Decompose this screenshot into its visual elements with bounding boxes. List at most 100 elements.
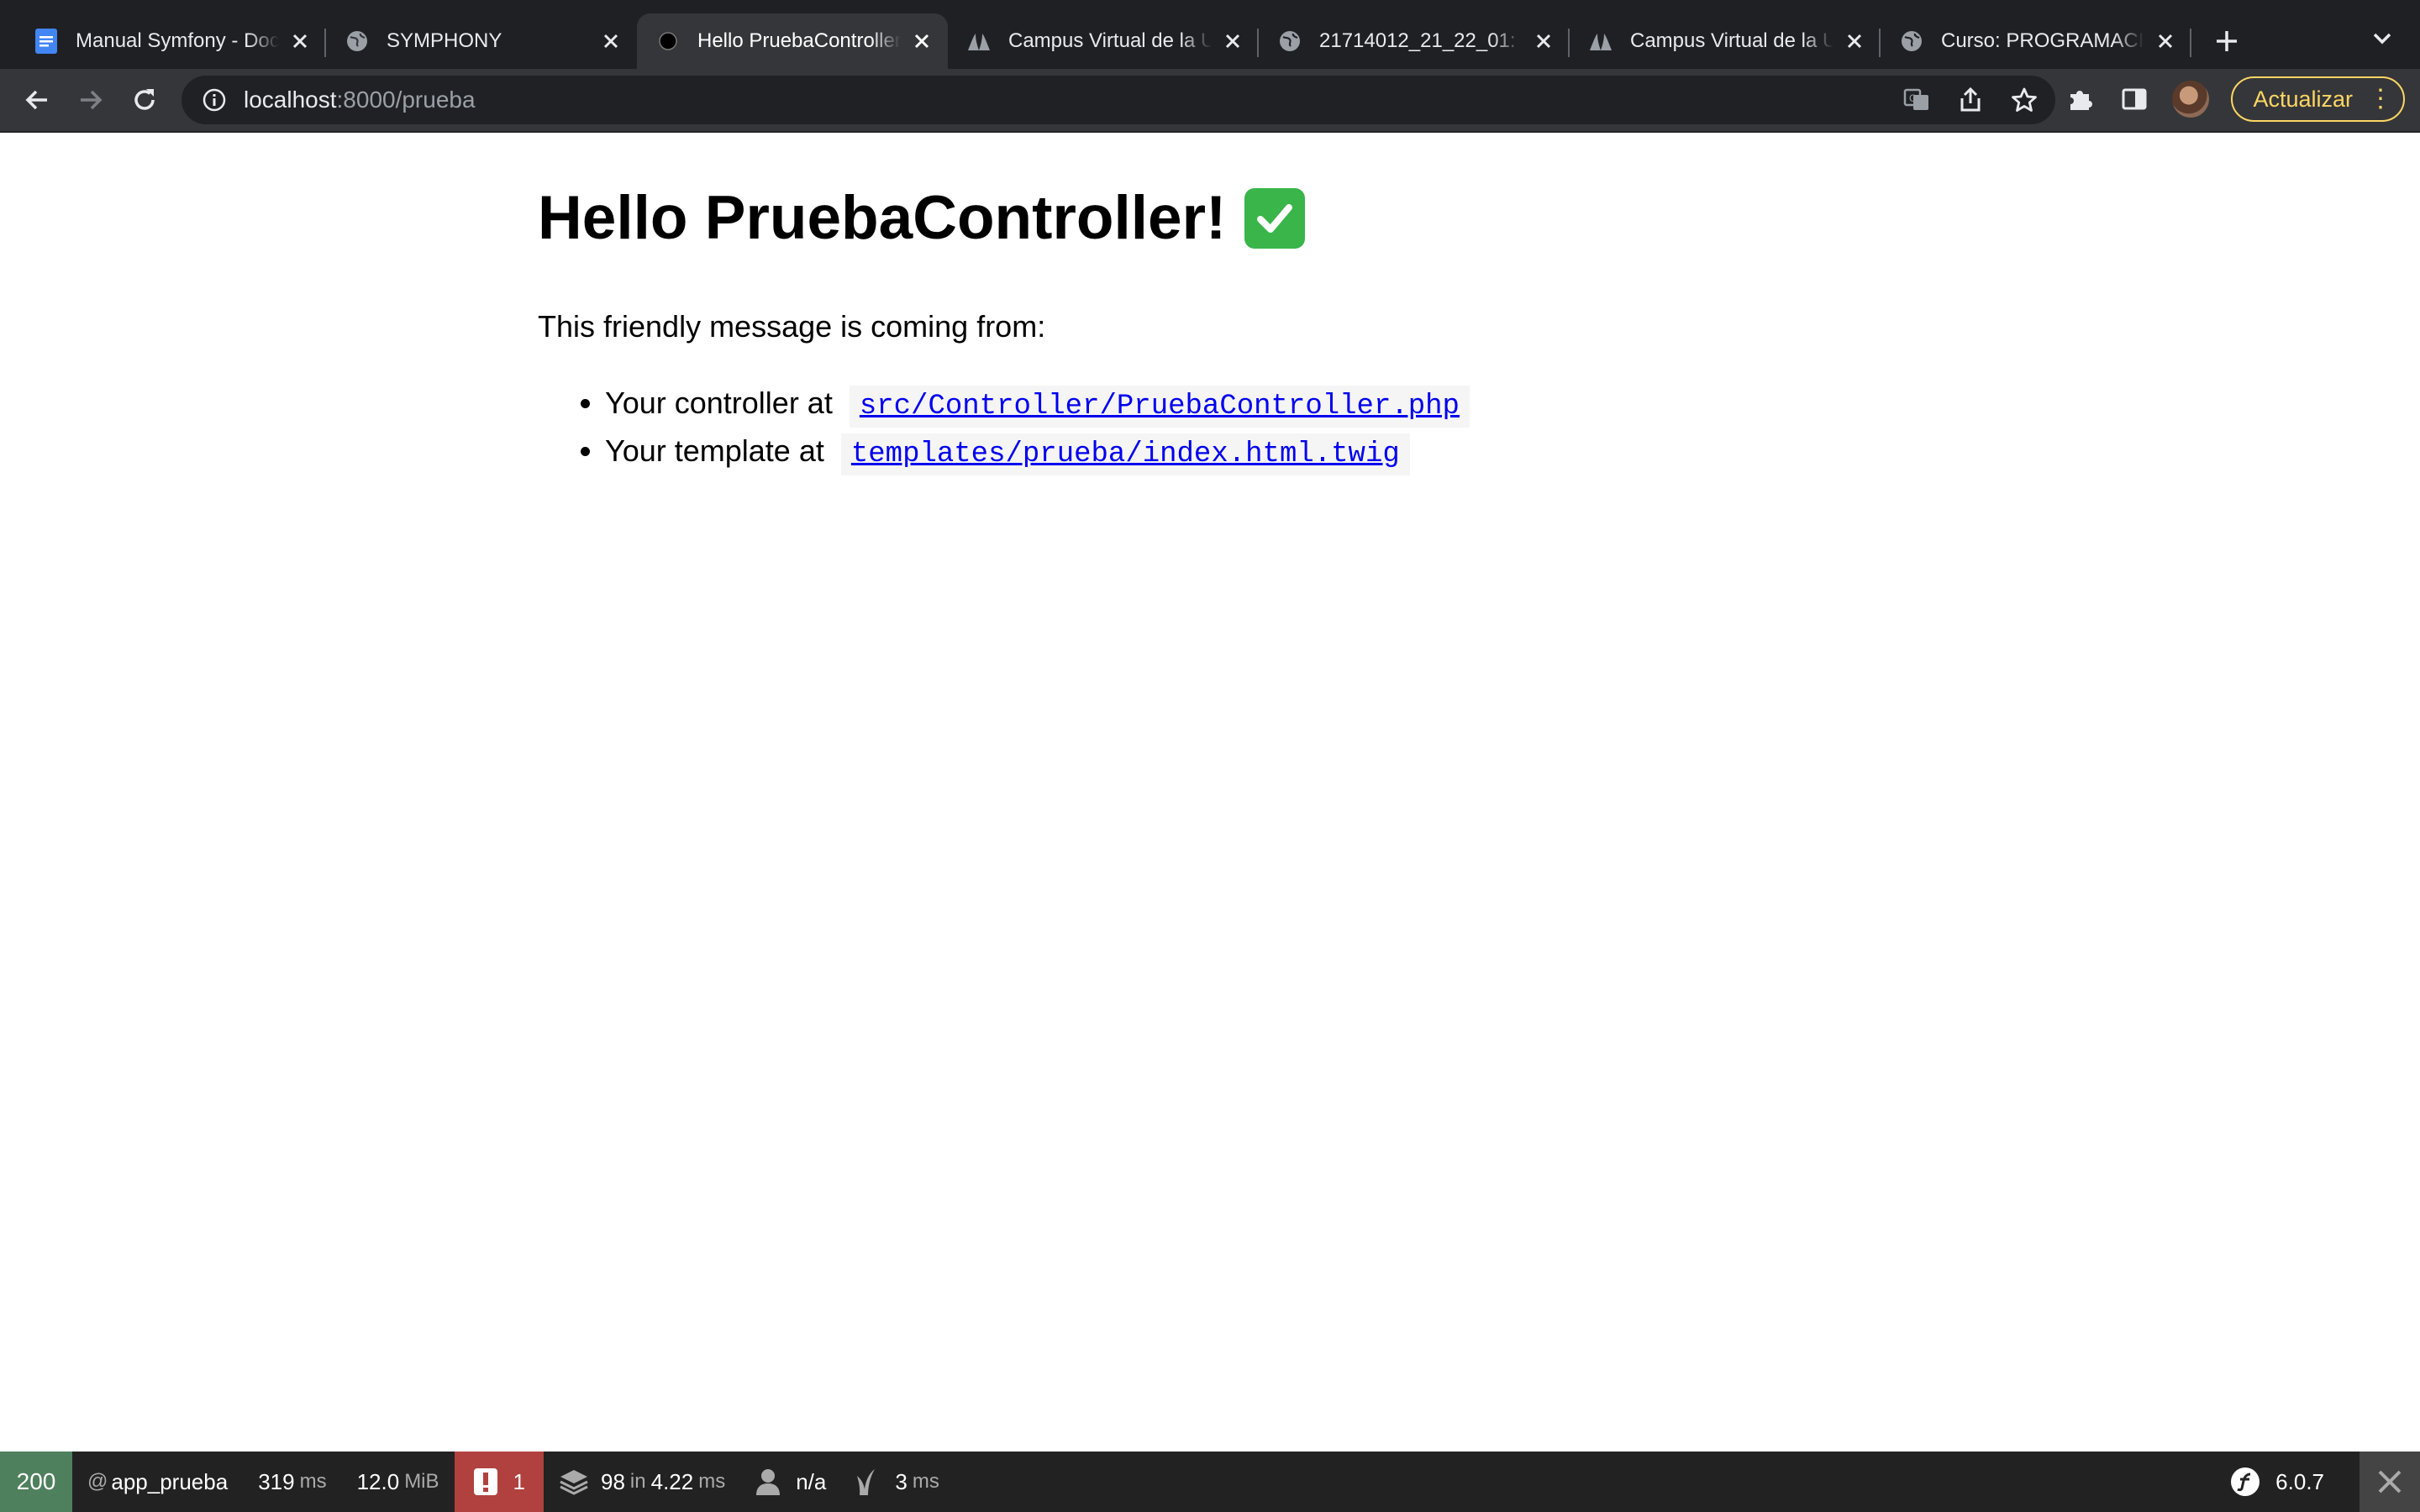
info-icon[interactable] [202,87,227,113]
symfony-logo-icon [2230,1467,2260,1497]
time-unit: ms [299,1470,327,1493]
loading-dot-icon [655,29,681,54]
memory-value: 12.0 [356,1468,400,1494]
error-count: 1 [513,1468,525,1494]
twig-in-label: in [629,1470,646,1493]
side-panel-icon[interactable] [2118,83,2150,115]
tab-title: Curso: PROGRAMACIÓN [1941,29,2144,52]
plus-icon [2217,31,2237,51]
globe-icon [1277,29,1302,54]
close-icon[interactable] [2153,29,2178,54]
route-name: app_prueba [111,1468,229,1494]
tab-symphony[interactable]: SYMPHONY [326,13,637,69]
globe-icon [345,29,370,54]
twig-time: 4.22 [650,1468,694,1494]
svg-text:G: G [1909,92,1917,104]
controller-file-link[interactable]: src/Controller/PruebaController.php [860,391,1460,423]
cache-unit: ms [912,1470,939,1493]
tab-21714012[interactable]: 21714012_21_22_01: [1259,13,1570,69]
new-tab-button[interactable] [2202,13,2252,69]
tab-search-button[interactable] [2370,25,2395,50]
tab-title: Hello PruebaController! [697,29,901,52]
address-bar[interactable]: localhost:8000/prueba G [182,76,2055,124]
template-file-link[interactable]: templates/prueba/index.html.twig [851,438,1400,470]
toolbar-close-button[interactable] [2360,1452,2420,1512]
page-content: Hello PruebaController! This friendly me… [538,133,1882,475]
symfony-debug-toolbar: 200 @ app_prueba 319 ms 12.0 MiB 1 98 in… [0,1452,2420,1512]
list-item: Your controller at src/Controller/Prueba… [605,380,1882,428]
close-icon[interactable] [1220,29,1245,54]
intro-text: This friendly message is coming from: [538,308,1046,344]
tab-hello-pruebacontroller[interactable]: Hello PruebaController! [637,13,948,69]
exclamation-icon [473,1467,498,1496]
extensions-puzzle-icon[interactable] [2065,83,2096,115]
code-snippet: templates/prueba/index.html.twig [840,433,1410,475]
source-list: Your controller at src/Controller/Prueba… [538,380,1882,475]
close-icon[interactable] [909,29,934,54]
list-item: Your template at templates/prueba/index.… [605,428,1882,475]
security-panel[interactable]: n/a [740,1452,841,1512]
time-value: 319 [258,1468,295,1494]
at-icon: @ [87,1470,108,1493]
tab-campus-virtual-2[interactable]: Campus Virtual de la UNED [1570,13,1881,69]
reload-button[interactable] [118,73,171,127]
tab-manual-symfony[interactable]: Manual Symfony - Docs [15,13,326,69]
tab-title: 21714012_21_22_01: [1319,29,1516,52]
chevron-down-icon [2373,33,2391,45]
code-snippet: src/Controller/PruebaController.php [849,385,1470,428]
google-docs-icon [34,29,59,54]
tab-title: Campus Virtual de la UNED [1008,29,1212,52]
check-mark-button-icon [1244,187,1306,249]
update-button[interactable]: Actualizar ⋮ [2231,76,2405,122]
tab-title: Campus Virtual de la UNED [1630,29,1833,52]
memory-panel[interactable]: 12.0 MiB [342,1452,455,1512]
cache-panel[interactable]: 3 ms [841,1452,954,1512]
list-item-label: Your controller at [605,385,833,420]
close-icon[interactable] [598,29,623,54]
layers-icon [559,1467,589,1496]
translate-icon[interactable]: G [1902,86,1931,114]
twig-leaf-icon [856,1467,880,1496]
share-icon[interactable] [1956,86,1985,114]
forward-button[interactable] [64,73,118,127]
time-panel[interactable]: 319 ms [243,1452,341,1512]
back-button[interactable] [10,73,64,127]
url-text: localhost:8000/prueba [244,87,476,113]
memory-unit: MiB [404,1470,439,1493]
twig-panel[interactable]: 98 in 4.22 ms [544,1452,740,1512]
route-panel[interactable]: @ app_prueba [72,1452,243,1512]
arrow-left-icon [25,90,47,110]
status-code-badge[interactable]: 200 [0,1452,72,1512]
profile-avatar[interactable] [2172,81,2210,118]
page-title-text: Hello PruebaController! [538,184,1227,252]
close-icon[interactable] [1842,29,1867,54]
campus-icon [1588,29,1613,54]
close-icon [2378,1470,2402,1494]
logs-panel[interactable]: 1 [454,1452,544,1512]
symfony-version-panel[interactable]: 6.0.7 [2215,1452,2339,1512]
url-host: localhost [244,87,337,113]
close-icon[interactable] [287,29,313,54]
cache-value: 3 [895,1468,908,1494]
tab-title: SYMPHONY [387,29,502,52]
reload-icon [134,89,155,110]
campus-icon [966,29,992,54]
tab-campus-virtual-1[interactable]: Campus Virtual de la UNED [948,13,1259,69]
globe-icon [1899,29,1924,54]
twig-unit: ms [698,1470,726,1493]
tab-curso-programacion[interactable]: Curso: PROGRAMACIÓN [1881,13,2191,69]
tab-title: Manual Symfony - Docs [76,29,279,52]
arrow-right-icon [81,90,103,110]
list-item-label: Your template at [605,433,824,468]
kebab-menu-icon[interactable]: ⋮ [2368,87,2393,112]
twig-count: 98 [601,1468,625,1494]
url-path: :8000/prueba [336,87,476,113]
bookmark-star-icon[interactable] [2010,86,2039,114]
user-value: n/a [796,1468,827,1494]
symfony-version: 6.0.7 [2275,1468,2324,1494]
tab-separator [2190,29,2191,57]
tab-strip: Manual Symfony - Docs SYMPHONY Hello Pru… [0,0,2420,69]
close-icon[interactable] [1531,29,1556,54]
browser-toolbar: localhost:8000/prueba G Actualizar ⋮ [0,69,2420,133]
update-button-label: Actualizar [2253,86,2353,112]
